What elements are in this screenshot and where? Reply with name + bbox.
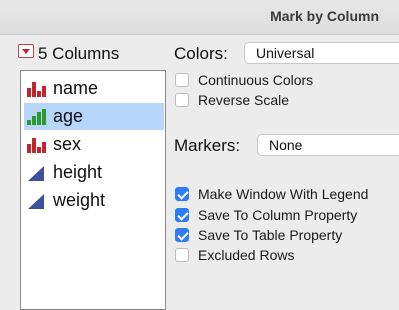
save-to-table-property-row[interactable]: Save To Table Property [175,226,342,244]
make-window-with-legend-checkbox[interactable] [175,187,189,201]
nominal-bar-icon [27,81,46,97]
column-label: sex [53,134,82,154]
make-window-with-legend-row[interactable]: Make Window With Legend [175,185,368,203]
save-to-column-property-label: Save To Column Property [198,207,358,223]
column-label: weight [53,190,106,210]
title-bar: Mark by Column [0,0,399,35]
markers-select[interactable]: None [257,134,399,156]
reverse-scale-label: Reverse Scale [198,92,290,108]
column-label: height [53,162,103,182]
reverse-scale-checkbox[interactable] [175,93,189,107]
continuous-colors-row[interactable]: Continuous Colors [175,71,313,89]
excluded-rows-label: Excluded Rows [198,247,295,263]
nominal-bar-icon [27,137,46,153]
save-to-table-property-label: Save To Table Property [198,227,343,243]
window-title: Mark by Column [270,8,379,24]
save-to-column-property-row[interactable]: Save To Column Property [175,206,357,224]
column-list[interactable]: name age sex height weight [20,70,166,310]
list-item-height[interactable]: height [24,159,164,186]
columns-header: 5 Columns [18,44,119,64]
continuous-triangle-icon [27,165,45,181]
column-label: name [53,78,99,98]
save-to-table-property-checkbox[interactable] [175,228,189,242]
list-item-sex[interactable]: sex [24,131,164,158]
continuous-colors-label: Continuous Colors [198,72,314,88]
save-to-column-property-checkbox[interactable] [175,208,189,222]
continuous-triangle-icon [27,193,45,209]
colors-select-value: Universal [256,45,315,61]
make-window-with-legend-label: Make Window With Legend [198,186,369,202]
column-label: age [53,106,84,126]
excluded-rows-row[interactable]: Excluded Rows [175,246,295,264]
reverse-scale-row[interactable]: Reverse Scale [175,91,289,109]
columns-count-label: 5 Columns [38,44,120,63]
list-item-name[interactable]: name [24,75,164,102]
ordinal-bar-icon [27,108,46,125]
list-item-age[interactable]: age [24,103,164,130]
markers-label: Markers: [174,136,241,155]
colors-label: Colors: [174,44,228,63]
disclosure-triangle-icon[interactable] [18,44,34,58]
list-item-weight[interactable]: weight [24,187,164,214]
markers-select-value: None [269,137,303,153]
colors-select[interactable]: Universal [244,42,399,64]
continuous-colors-checkbox[interactable] [175,73,189,87]
excluded-rows-checkbox[interactable] [175,248,189,262]
